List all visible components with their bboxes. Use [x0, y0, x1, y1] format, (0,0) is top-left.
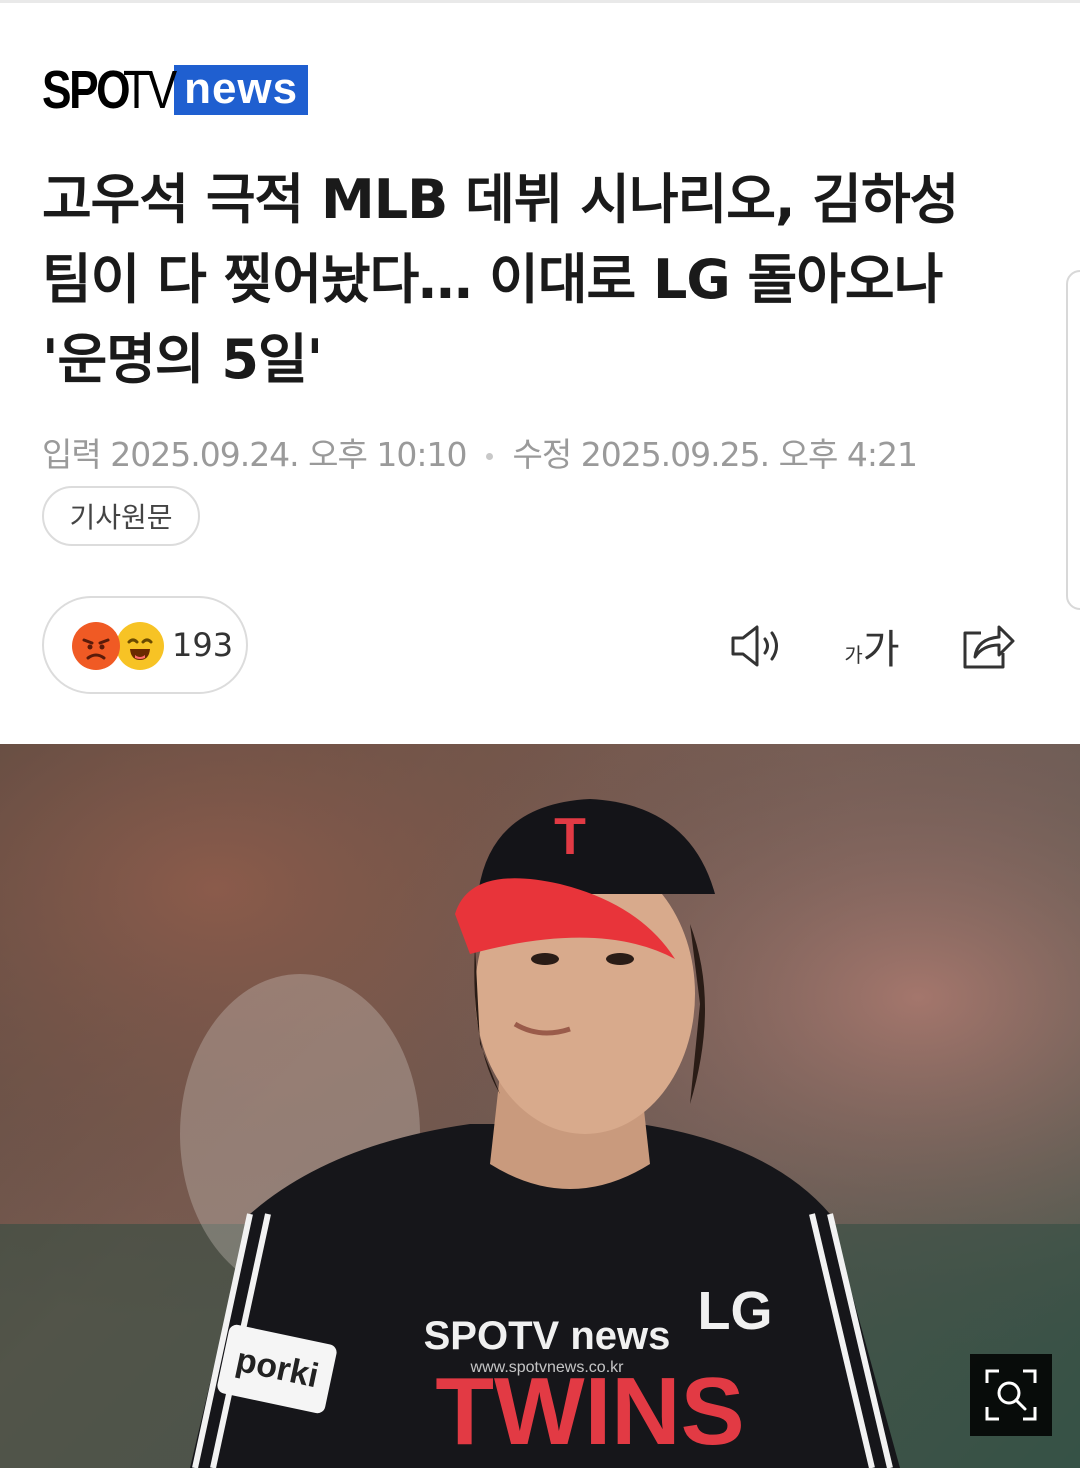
input-date: 2025.09.24. 오후 10:10: [110, 435, 467, 474]
zoom-icon: [985, 1369, 1037, 1421]
listen-button[interactable]: [728, 618, 786, 674]
jersey-team: LG: [698, 1281, 773, 1341]
date-separator-dot: [485, 453, 493, 460]
original-article-button[interactable]: 기사원문: [42, 486, 200, 546]
input-label: 입력: [42, 435, 102, 474]
share-icon: [963, 625, 1015, 669]
article-title: 고우석 극적 MLB 데뷔 시나리오, 김하성 팀이 다 찢어놨다… 이대로 L…: [42, 168, 959, 391]
logo-news: news: [174, 65, 309, 115]
spotv-news-logo[interactable]: SPO TV news: [42, 60, 309, 120]
font-size-large-glyph: 가: [862, 627, 900, 673]
player-illustration: T SPOTV news www.spotvnews.co.kr LG TWIN…: [0, 744, 1080, 1468]
speaker-icon: [731, 625, 778, 667]
font-size-button[interactable]: 가 가: [838, 618, 906, 674]
scroll-indicator[interactable]: [1066, 270, 1080, 610]
angry-emoji-icon: [72, 622, 120, 670]
cap-logo: T: [554, 808, 586, 866]
logo-tv: TV: [123, 60, 177, 120]
article-photo[interactable]: T SPOTV news www.spotvnews.co.kr LG TWIN…: [0, 744, 1080, 1468]
article-dates: 입력 2025.09.24. 오후 10:10 수정 2025.09.25. 오…: [42, 428, 918, 476]
font-size-icon: 가: [844, 642, 863, 667]
edit-label: 수정: [512, 435, 572, 474]
laughing-emoji-icon: [116, 622, 164, 670]
edit-date: 2025.09.25. 오후 4:21: [580, 435, 918, 474]
top-divider: [0, 0, 1080, 3]
share-button[interactable]: [958, 618, 1016, 674]
reaction-count: 193: [172, 626, 234, 664]
reaction-button[interactable]: 193: [42, 596, 248, 694]
logo-spo: SPO: [42, 60, 131, 120]
zoom-button[interactable]: [970, 1354, 1052, 1436]
jersey-brand: TWINS: [435, 1358, 744, 1465]
watermark-logo: SPOTV news: [424, 1314, 671, 1358]
